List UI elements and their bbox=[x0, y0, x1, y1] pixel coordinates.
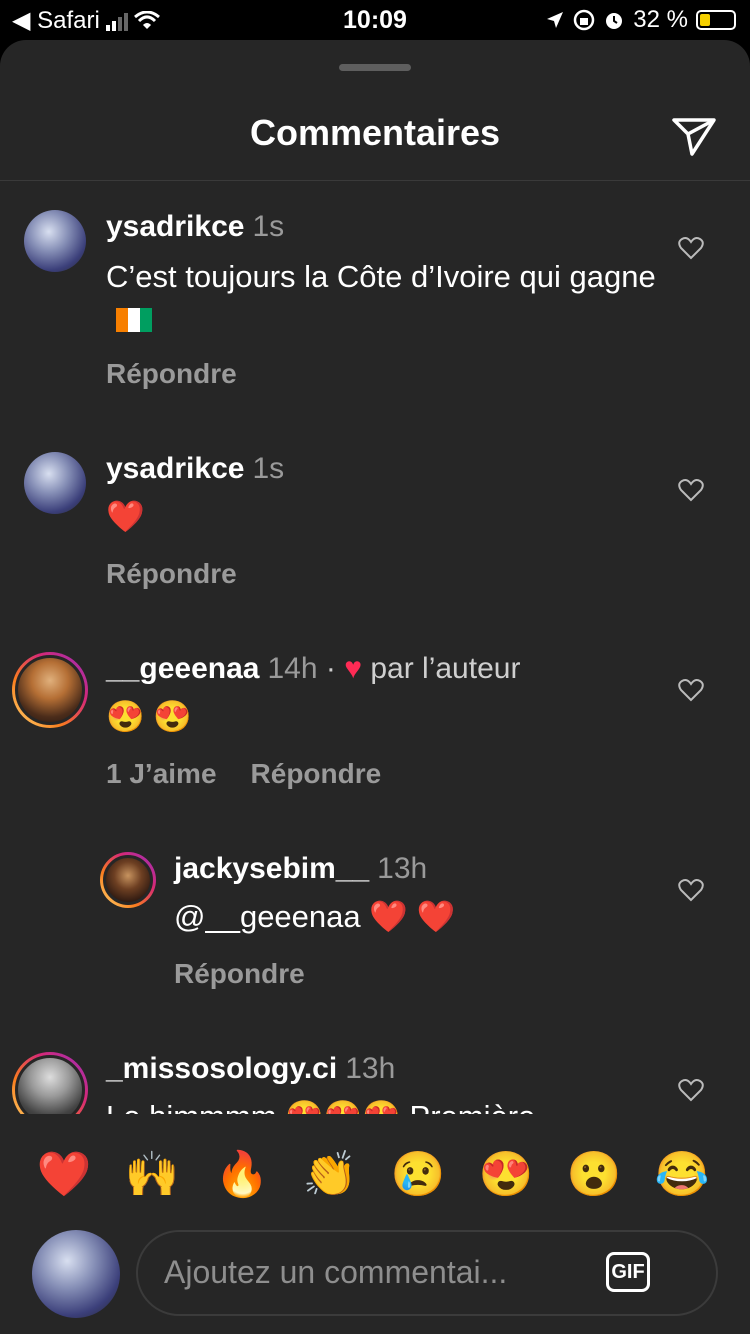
username[interactable]: __geeenaa bbox=[106, 652, 259, 685]
reply-button[interactable]: Répondre bbox=[106, 358, 237, 389]
reply-button[interactable]: Répondre bbox=[106, 558, 237, 589]
quick-reactions-bar: ❤️ 🙌 🔥 👏 😢 😍 😮 😂 bbox=[0, 1114, 750, 1234]
heart-outline-icon[interactable] bbox=[678, 478, 704, 502]
gif-button[interactable]: GIF bbox=[606, 1252, 650, 1292]
my-avatar bbox=[32, 1230, 120, 1318]
reaction-crying[interactable]: 😢 bbox=[388, 1148, 448, 1200]
avatar[interactable] bbox=[24, 452, 86, 514]
page-title: Commentaires bbox=[249, 112, 501, 153]
avatar[interactable] bbox=[100, 852, 156, 908]
comment-meta: _missosology.ci 13h bbox=[106, 1052, 395, 1086]
location-icon bbox=[547, 12, 564, 28]
likes-count[interactable]: 1 J’aime bbox=[106, 758, 217, 789]
reaction-heart[interactable]: ❤️ bbox=[34, 1148, 94, 1200]
sheet-grabber[interactable] bbox=[339, 64, 411, 71]
heart-outline-icon[interactable] bbox=[678, 1078, 704, 1102]
comment-text: C’est toujours la Côte d’Ivoire qui gagn… bbox=[106, 256, 666, 340]
timestamp: 14h bbox=[267, 652, 318, 685]
comment-meta: __geeenaa 14h · ♥ par l’auteur bbox=[106, 652, 520, 686]
heart-outline-icon[interactable] bbox=[678, 236, 704, 260]
comment-meta: jackysebim__ 13h bbox=[174, 852, 427, 886]
comments-sheet: Commentaires ysadrikce 1s C’est toujours … bbox=[0, 40, 750, 1334]
comment-actions: Répondre bbox=[174, 958, 305, 990]
reaction-laughing[interactable]: 😂 bbox=[652, 1148, 712, 1200]
avatar[interactable] bbox=[24, 210, 86, 272]
comment-actions: 1 J’aime Répondre bbox=[106, 758, 381, 790]
reply-button[interactable]: Répondre bbox=[174, 958, 305, 989]
status-bar: ◀ Safari 10:09 32 % bbox=[0, 0, 750, 40]
battery-icon bbox=[696, 10, 736, 30]
battery-percent: 32 % bbox=[633, 6, 688, 33]
status-right: 32 % bbox=[545, 6, 736, 34]
send-icon[interactable] bbox=[670, 114, 718, 158]
avatar[interactable] bbox=[12, 652, 88, 728]
timestamp: 1s bbox=[252, 210, 285, 243]
comment-actions: Répondre bbox=[106, 558, 237, 590]
liked-by-author: · ♥ par l’auteur bbox=[325, 652, 521, 685]
timestamp: 13h bbox=[377, 852, 428, 885]
comment-meta: ysadrikce 1s bbox=[106, 210, 284, 244]
comment-input-placeholder: Ajoutez un commentai... bbox=[164, 1254, 508, 1290]
username[interactable]: jackysebim__ bbox=[174, 852, 369, 885]
reaction-raised-hands[interactable]: 🙌 bbox=[122, 1148, 182, 1200]
comment-input[interactable]: Ajoutez un commentai... GIF bbox=[136, 1230, 718, 1316]
comment-text: 😍 😍 bbox=[106, 699, 192, 734]
comment-text: ❤️ bbox=[106, 499, 145, 534]
comment-text-content: C’est toujours la Côte d’Ivoire qui gagn… bbox=[106, 259, 656, 294]
reaction-surprised[interactable]: 😮 bbox=[564, 1148, 624, 1200]
username[interactable]: _missosology.ci bbox=[106, 1052, 337, 1085]
reaction-heart-eyes[interactable]: 😍 bbox=[476, 1148, 536, 1200]
alarm-icon bbox=[606, 13, 623, 29]
comment-meta: ysadrikce 1s bbox=[106, 452, 284, 486]
reply-button[interactable]: Répondre bbox=[251, 758, 382, 789]
comment-composer: Ajoutez un commentai... GIF bbox=[0, 1226, 750, 1334]
liked-by-author-label: par l’auteur bbox=[370, 652, 521, 685]
comment-text: @__geeenaa ❤️ ❤️ bbox=[174, 899, 456, 934]
ivory-coast-flag-icon bbox=[116, 301, 152, 332]
header-divider bbox=[0, 180, 750, 181]
reaction-fire[interactable]: 🔥 bbox=[212, 1148, 272, 1200]
timestamp: 1s bbox=[252, 452, 285, 485]
timestamp: 13h bbox=[345, 1052, 396, 1085]
heart-filled-icon: ♥ bbox=[344, 652, 362, 685]
heart-outline-icon[interactable] bbox=[678, 878, 704, 902]
username[interactable]: ysadrikce bbox=[106, 452, 244, 485]
heart-outline-icon[interactable] bbox=[678, 678, 704, 702]
comment-actions: Répondre bbox=[106, 358, 237, 390]
username[interactable]: ysadrikce bbox=[106, 210, 244, 243]
reaction-clap[interactable]: 👏 bbox=[300, 1148, 360, 1200]
rotation-lock-icon bbox=[574, 9, 595, 31]
